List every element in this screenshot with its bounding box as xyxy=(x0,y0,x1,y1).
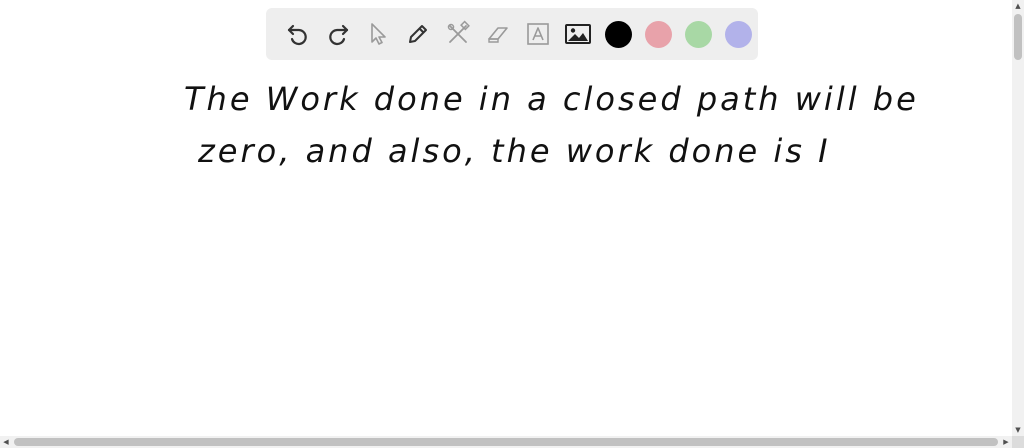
drawing-canvas[interactable]: The Work done in a closed path will be z… xyxy=(0,0,1012,436)
redo-button[interactable] xyxy=(318,14,358,54)
scroll-down-arrow-icon[interactable]: ▼ xyxy=(1012,424,1024,436)
vertical-scroll-thumb[interactable] xyxy=(1014,14,1022,60)
color-swatch-pink[interactable] xyxy=(644,20,672,48)
note-line-2: zero, and also, the work done is I xyxy=(198,132,831,170)
tools-button[interactable] xyxy=(438,14,478,54)
pointer-button[interactable] xyxy=(358,14,398,54)
scroll-right-arrow-icon[interactable]: ▶ xyxy=(1000,436,1012,448)
undo-button[interactable] xyxy=(278,14,318,54)
pencil-button[interactable] xyxy=(398,14,438,54)
pointer-icon xyxy=(371,23,386,45)
redo-icon xyxy=(329,24,349,46)
tools-icon xyxy=(447,20,470,43)
vertical-scrollbar[interactable]: ▲ ▼ xyxy=(1012,0,1024,436)
scrollbar-corner xyxy=(1012,436,1024,448)
color-swatch-purple[interactable] xyxy=(724,20,752,48)
eraser-button[interactable] xyxy=(478,14,518,54)
color-swatch-black[interactable] xyxy=(604,20,632,48)
image-button[interactable] xyxy=(558,14,598,54)
eraser-icon xyxy=(488,27,508,43)
text-button[interactable] xyxy=(518,14,558,54)
horizontal-scrollbar[interactable]: ◀ ▶ xyxy=(0,436,1012,448)
drawing-toolbar xyxy=(266,8,758,60)
text-icon xyxy=(527,23,549,45)
note-line-1: The Work done in a closed path will be xyxy=(184,80,919,118)
handwritten-note: The Work done in a closed path will be z… xyxy=(180,70,980,190)
scroll-up-arrow-icon[interactable]: ▲ xyxy=(1012,0,1024,12)
horizontal-scroll-thumb[interactable] xyxy=(14,438,998,446)
undo-icon xyxy=(287,24,307,46)
pencil-icon xyxy=(409,25,427,43)
scroll-left-arrow-icon[interactable]: ◀ xyxy=(0,436,12,448)
color-swatch-green[interactable] xyxy=(684,20,712,48)
image-icon xyxy=(565,24,591,44)
